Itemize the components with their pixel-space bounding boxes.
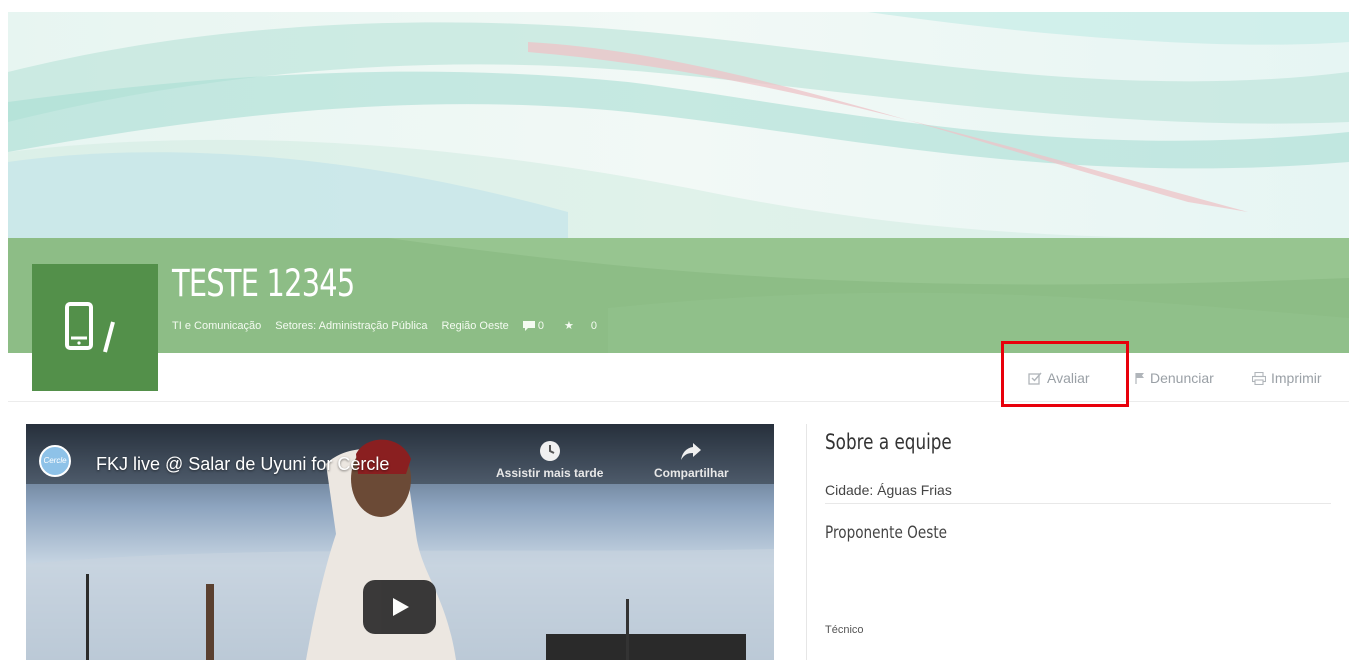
divider <box>825 503 1331 504</box>
channel-avatar[interactable]: Cercle <box>39 445 71 477</box>
comments-count: 0 <box>522 320 558 332</box>
share-button[interactable]: Compartilhar <box>654 440 729 480</box>
category-label: TI e Comunicação <box>172 319 262 332</box>
report-button[interactable]: Denunciar <box>1135 370 1214 386</box>
video-player[interactable]: Cercle FKJ live @ Salar de Uyuni for Cer… <box>26 424 774 660</box>
project-logo <box>32 264 158 391</box>
team-panel: Sobre a equipe Cidade: Águas Frias Propo… <box>806 424 1337 660</box>
header-banner <box>8 12 1349 238</box>
printer-icon <box>1252 371 1266 385</box>
sectors-label: Setores: Administração Pública <box>275 319 428 332</box>
video-title[interactable]: FKJ live @ Salar de Uyuni for Cercle <box>96 454 389 475</box>
tablet-icon <box>65 302 115 353</box>
flag-icon <box>1135 373 1144 384</box>
page-title: TESTE 12345 <box>172 262 355 305</box>
region-label: Região Oeste <box>441 319 509 332</box>
play-button[interactable] <box>363 580 436 634</box>
project-meta: TI e Comunicação Setores: Administração … <box>172 319 617 333</box>
team-role: Técnico <box>825 624 864 636</box>
star-icon: ★ <box>563 320 574 332</box>
share-icon <box>681 443 702 460</box>
stars-count: ★ 0 <box>563 319 598 333</box>
team-proponent: Proponente Oeste <box>825 523 948 543</box>
highlight-annotation <box>1001 341 1129 407</box>
watch-later-button[interactable]: Assistir mais tarde <box>496 440 603 480</box>
team-city: Cidade: Águas Frias <box>825 482 952 498</box>
clock-icon <box>539 441 560 461</box>
comment-icon <box>522 320 535 331</box>
team-heading: Sobre a equipe <box>825 430 952 454</box>
action-bar: Avaliar Denunciar Imprimir <box>8 353 1349 402</box>
print-button[interactable]: Imprimir <box>1252 370 1322 386</box>
